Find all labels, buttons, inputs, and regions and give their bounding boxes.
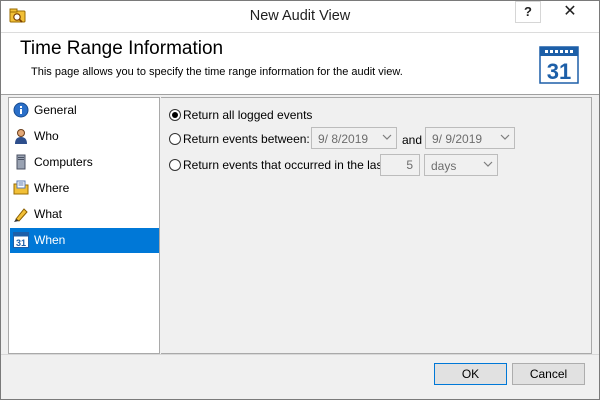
help-button[interactable]: ? xyxy=(515,1,541,23)
nav-list: General Who Computers Where What 31 When xyxy=(8,97,160,354)
page-description: This page allows you to specify the time… xyxy=(31,66,403,78)
nav-label: General xyxy=(34,103,77,117)
nav-label: Computers xyxy=(34,155,93,169)
page-header: Time Range Information This page allows … xyxy=(1,32,599,95)
nav-item-computers[interactable]: Computers xyxy=(10,150,159,175)
option-between-label: Return events between: xyxy=(183,132,310,146)
title-bar[interactable]: New Audit View ? ✕ xyxy=(1,1,599,32)
calendar-icon: 31 xyxy=(13,232,29,248)
cancel-button[interactable]: Cancel xyxy=(512,363,585,385)
page-title: Time Range Information xyxy=(20,38,224,59)
audit-view-dialog: New Audit View ? ✕ Time Range Informatio… xyxy=(0,0,600,400)
option-all-label: Return all logged events xyxy=(183,108,313,122)
nav-label: Who xyxy=(34,129,59,143)
nav-label: What xyxy=(34,207,63,221)
option-last-radio[interactable] xyxy=(169,159,181,171)
nav-label: Where xyxy=(34,181,70,195)
pencil-icon xyxy=(14,208,28,222)
user-icon xyxy=(15,129,27,144)
end-date-picker[interactable]: 9/ 9/2019 xyxy=(425,127,515,149)
ok-button[interactable]: OK xyxy=(434,363,507,385)
last-unit-value: days xyxy=(431,159,457,173)
svg-text:31: 31 xyxy=(16,238,26,248)
time-range-panel: Return all logged events Return events b… xyxy=(161,97,592,354)
computer-icon xyxy=(16,154,26,170)
option-all-radio[interactable] xyxy=(169,109,181,121)
and-label: and xyxy=(402,133,423,147)
nav-item-what[interactable]: What xyxy=(10,202,159,227)
last-count-input[interactable]: 5 xyxy=(380,154,420,176)
chevron-down-icon xyxy=(483,161,493,167)
close-button[interactable]: ✕ xyxy=(542,1,598,23)
start-date-value: 9/ 8/2019 xyxy=(318,132,369,146)
nav-item-when[interactable]: 31 When xyxy=(10,228,159,253)
chevron-down-icon xyxy=(382,134,392,140)
footer-divider xyxy=(1,354,599,355)
last-unit-select[interactable]: days xyxy=(424,154,498,176)
end-date-value: 9/ 9/2019 xyxy=(432,132,483,146)
start-date-picker[interactable]: 9/ 8/2019 xyxy=(311,127,397,149)
nav-label: When xyxy=(34,233,66,247)
option-between-radio[interactable] xyxy=(169,133,181,145)
calendar-icon: 31 xyxy=(539,46,579,84)
chevron-down-icon xyxy=(500,134,510,140)
folder-icon xyxy=(13,180,29,195)
nav-item-general[interactable]: General xyxy=(10,98,159,123)
nav-item-who[interactable]: Who xyxy=(10,124,159,149)
info-icon xyxy=(13,102,29,118)
calendar-number: 31 xyxy=(547,59,571,84)
option-last-label: Return events that occurred in the last xyxy=(183,158,386,172)
nav-item-where[interactable]: Where xyxy=(10,176,159,201)
window-title: New Audit View xyxy=(249,8,351,24)
